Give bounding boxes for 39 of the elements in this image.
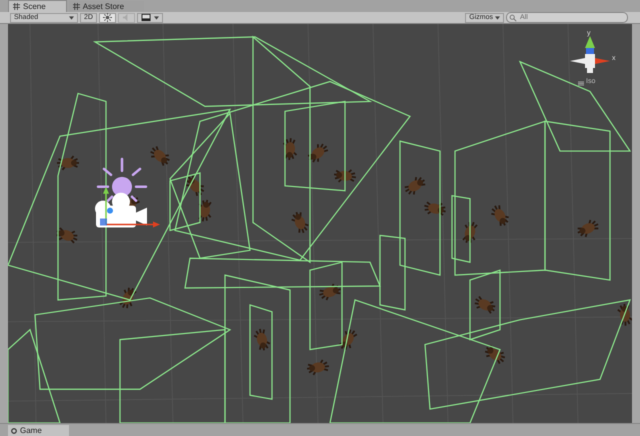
effects-dropdown[interactable] [136,12,163,22]
spider-sprite [308,144,328,162]
camera-gizmo-icon [95,192,147,228]
caret-icon [495,16,500,20]
spider-sprite [150,146,170,166]
spider-sprite [306,359,330,376]
spider-sprite [254,328,270,351]
spider-sprite [57,156,79,170]
menu-icon[interactable] [578,81,584,86]
light-gizmo-icon [96,158,148,202]
spider-sprite [484,345,506,364]
caret-icon [69,16,74,20]
spider-sprite [404,176,426,195]
caret-icon [154,16,159,20]
spider-sprite [198,200,212,222]
spider-sprite [474,296,496,314]
spider-sprite [578,220,598,238]
spider-sprite [491,205,509,226]
search-icon [509,14,517,22]
spider-sprite [56,227,78,244]
spider-sprite [291,212,309,234]
spider-sprite [119,288,137,308]
sun-icon [102,13,112,22]
spider-sprite [319,284,341,300]
move-handle-icon [100,186,160,228]
game-tab[interactable]: Game [8,425,69,436]
grid-icon [13,3,20,10]
spider-sprite [186,176,204,196]
game-icon [11,428,17,434]
grid-icon [72,3,80,10]
spider-sprite [338,329,358,350]
lighting-toggle[interactable] [98,12,116,22]
image-icon [140,13,152,22]
audio-toggle[interactable] [118,12,135,22]
spider-sprite [462,222,478,243]
scene-tab[interactable]: Scene [8,0,67,12]
spider-sprite [282,138,298,160]
spider-sprite [424,202,446,216]
spider-sprite [334,169,356,183]
